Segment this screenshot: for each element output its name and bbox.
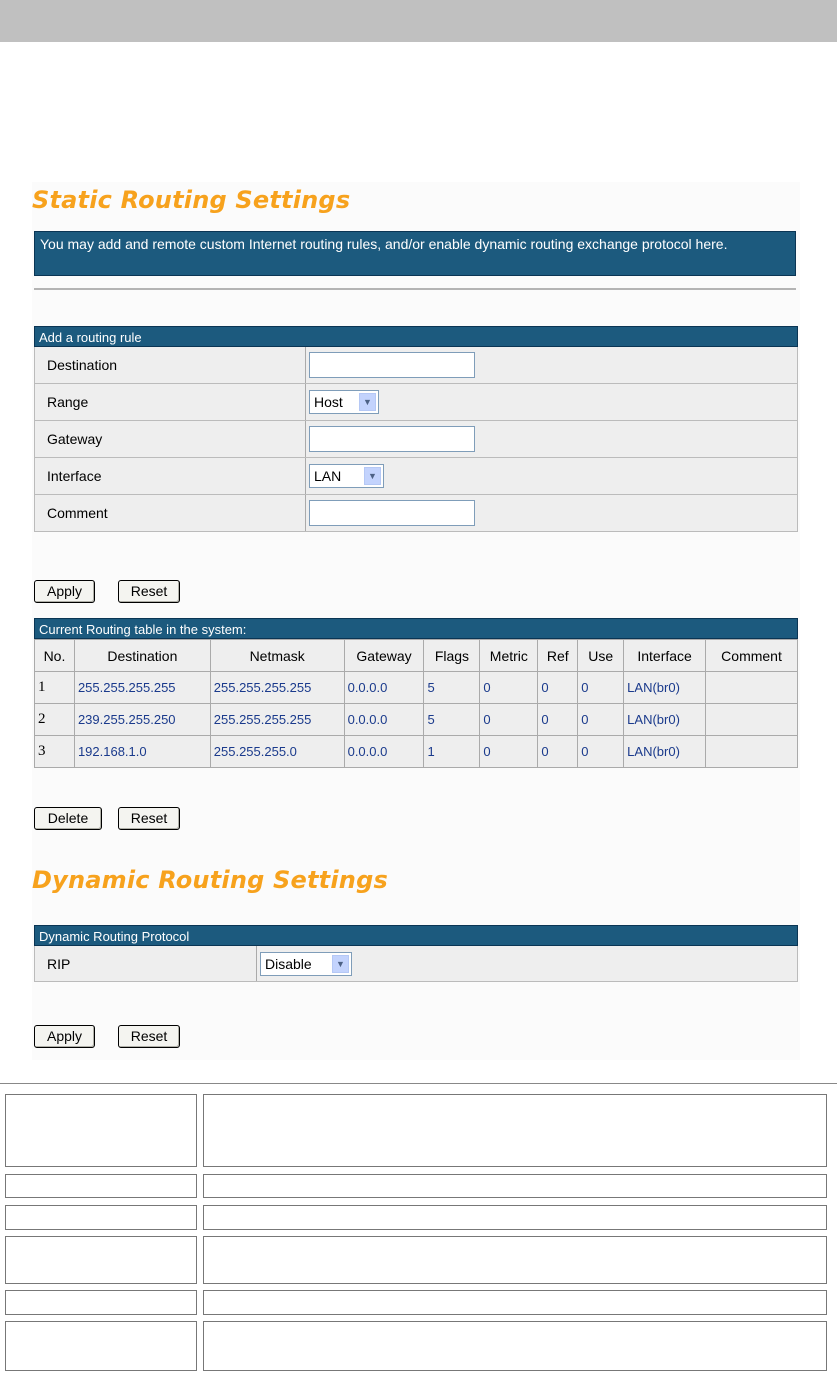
desc-text-cell	[203, 1321, 827, 1371]
cell-no: 1	[34, 671, 75, 704]
cell-destination: 192.168.1.0	[73, 735, 211, 768]
cell-metric: 0	[479, 735, 539, 768]
comment-input[interactable]	[309, 500, 475, 526]
cell-comment	[705, 671, 798, 704]
comment-label: Comment	[35, 495, 306, 531]
desc-label-cell	[5, 1290, 197, 1315]
interface-value: LAN	[314, 468, 342, 484]
desc-text-cell	[203, 1236, 827, 1284]
desc-label-cell	[5, 1321, 197, 1371]
cell-netmask: 255.255.255.255	[209, 703, 345, 736]
delete-button[interactable]: Delete	[34, 807, 102, 830]
table-row[interactable]: 2 239.255.255.250 255.255.255.255 0.0.0.…	[34, 703, 798, 736]
table-row[interactable]: 3 192.168.1.0 255.255.255.0 0.0.0.0 1 0 …	[34, 735, 798, 768]
reset-table-button[interactable]: Reset	[118, 807, 180, 830]
cell-ref: 0	[537, 735, 579, 768]
range-row: Range Host ▼	[34, 384, 798, 421]
col-interface: Interface	[623, 639, 707, 672]
table-header-row: No. Destination Netmask Gateway Flags Me…	[34, 639, 798, 672]
cell-flags: 5	[423, 703, 481, 736]
top-bar	[0, 0, 837, 42]
dynamic-apply-button[interactable]: Apply	[34, 1025, 95, 1048]
rip-value: Disable	[265, 955, 312, 972]
chevron-down-icon[interactable]: ▼	[332, 954, 349, 973]
rip-row: RIP Disable ▼	[34, 946, 798, 982]
gateway-row: Gateway	[34, 421, 798, 458]
add-routing-rule-form: Add a routing rule Destination Range Hos…	[34, 326, 798, 532]
desc-text-cell	[203, 1094, 827, 1167]
cell-use: 0	[577, 703, 625, 736]
destination-row: Destination	[34, 347, 798, 384]
description-table	[0, 1083, 837, 1373]
info-banner: You may add and remote custom Internet r…	[34, 231, 796, 276]
chevron-down-icon[interactable]: ▼	[364, 467, 381, 485]
range-select[interactable]: Host ▼	[309, 390, 379, 414]
col-use: Use	[577, 639, 625, 672]
col-netmask: Netmask	[209, 639, 345, 672]
desc-text-cell	[203, 1174, 827, 1198]
desc-label-cell	[5, 1174, 197, 1198]
col-ref: Ref	[537, 639, 579, 672]
cell-interface: LAN(br0)	[623, 671, 707, 704]
cell-metric: 0	[479, 703, 539, 736]
col-metric: Metric	[479, 639, 539, 672]
routing-table-section: Current Routing table in the system: No.…	[34, 618, 798, 768]
cell-netmask: 255.255.255.0	[209, 735, 345, 768]
cell-no: 2	[34, 703, 75, 736]
routing-table-header: Current Routing table in the system:	[34, 618, 798, 639]
col-no: No.	[34, 639, 75, 672]
dynamic-routing-form: Dynamic Routing Protocol RIP Disable ▼	[34, 925, 798, 982]
col-destination: Destination	[73, 639, 211, 672]
cell-gateway: 0.0.0.0	[343, 671, 425, 704]
dynamic-header: Dynamic Routing Protocol	[34, 925, 798, 946]
cell-ref: 0	[537, 671, 579, 704]
desc-text-cell	[203, 1205, 827, 1230]
interface-select[interactable]: LAN ▼	[309, 464, 384, 488]
range-label: Range	[35, 384, 306, 420]
apply-button[interactable]: Apply	[34, 580, 95, 603]
col-flags: Flags	[423, 639, 481, 672]
gateway-input[interactable]	[309, 426, 475, 452]
cell-no: 3	[34, 735, 75, 768]
col-comment: Comment	[705, 639, 798, 672]
cell-destination: 239.255.255.250	[73, 703, 211, 736]
routing-table: No. Destination Netmask Gateway Flags Me…	[34, 639, 798, 768]
add-rule-header: Add a routing rule	[34, 326, 798, 347]
cell-ref: 0	[537, 703, 579, 736]
cell-comment	[705, 735, 798, 768]
interface-label: Interface	[35, 458, 306, 494]
desc-label-cell	[5, 1205, 197, 1230]
cell-interface: LAN(br0)	[623, 703, 707, 736]
rip-select[interactable]: Disable ▼	[260, 951, 352, 976]
static-routing-title: Static Routing Settings	[32, 186, 351, 214]
gateway-label: Gateway	[35, 421, 306, 457]
range-value: Host	[314, 394, 343, 410]
cell-flags: 5	[423, 671, 481, 704]
chevron-down-icon[interactable]: ▼	[359, 393, 376, 411]
cell-metric: 0	[479, 671, 539, 704]
col-gateway: Gateway	[343, 639, 425, 672]
cell-netmask: 255.255.255.255	[209, 671, 345, 704]
desc-label-cell	[5, 1094, 197, 1167]
dynamic-routing-title: Dynamic Routing Settings	[32, 866, 388, 894]
cell-use: 0	[577, 735, 625, 768]
desc-text-cell	[203, 1290, 827, 1315]
cell-destination: 255.255.255.255	[73, 671, 211, 704]
cell-gateway: 0.0.0.0	[343, 703, 425, 736]
cell-use: 0	[577, 671, 625, 704]
cell-flags: 1	[423, 735, 481, 768]
table-row[interactable]: 1 255.255.255.255 255.255.255.255 0.0.0.…	[34, 671, 798, 704]
dynamic-reset-button[interactable]: Reset	[118, 1025, 180, 1048]
comment-row: Comment	[34, 495, 798, 532]
divider	[34, 288, 796, 290]
rip-label: RIP	[35, 946, 257, 981]
destination-input[interactable]	[309, 352, 475, 378]
interface-row: Interface LAN ▼	[34, 458, 798, 495]
cell-interface: LAN(br0)	[623, 735, 707, 768]
destination-label: Destination	[35, 347, 306, 383]
cell-gateway: 0.0.0.0	[343, 735, 425, 768]
cell-comment	[705, 703, 798, 736]
desc-label-cell	[5, 1236, 197, 1284]
reset-button[interactable]: Reset	[118, 580, 180, 603]
